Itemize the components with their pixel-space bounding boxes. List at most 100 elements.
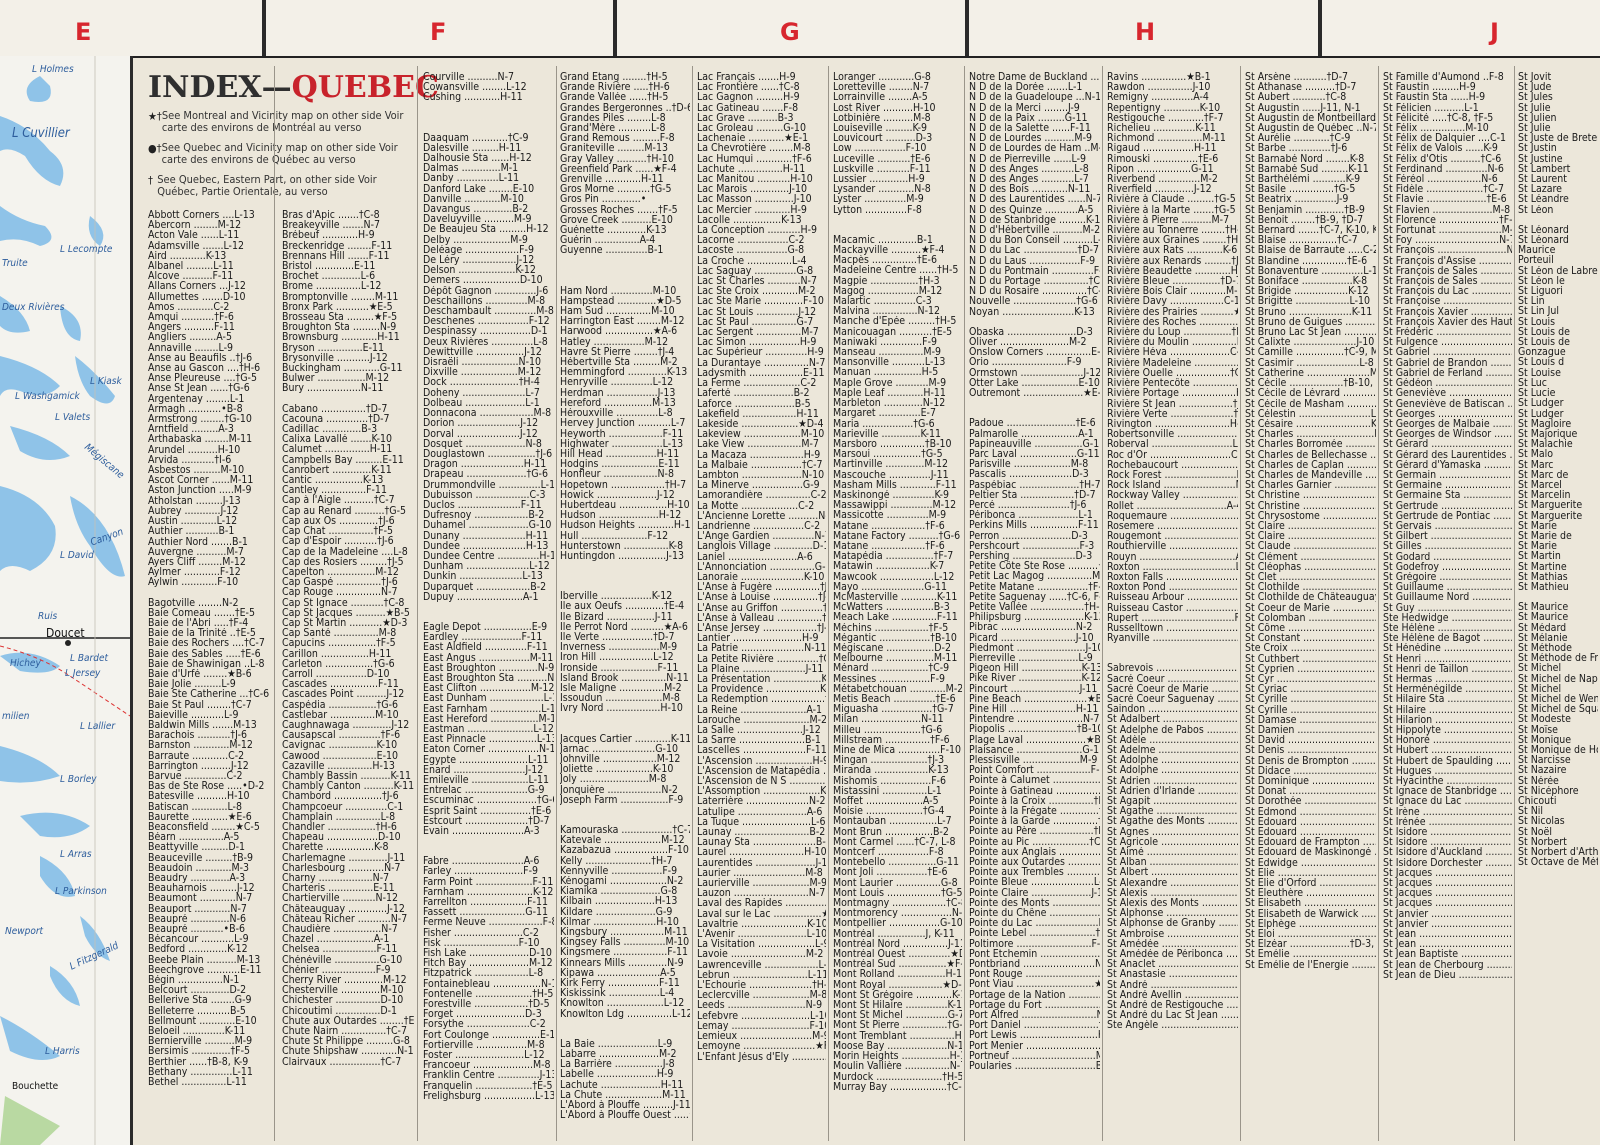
index-entry: La Visitation ...................L-9 — [697, 939, 826, 950]
index-entry: Eardley ....................F-11 — [423, 632, 543, 643]
index-entry: L'Anse à Valleau ...............†H-5 — [697, 612, 826, 623]
index-entry: Chute Shipshaw ............N-1 — [282, 1046, 414, 1057]
index-entry: Marbleton .............N-12 — [833, 398, 946, 409]
index-entry: Anse au Beaufils ..†J-6 — [148, 352, 253, 364]
index-entry: St François Xavier .....................… — [1383, 306, 1512, 317]
index-entry: St Flavie ....................†E-6 — [1383, 194, 1507, 205]
index-entry: Lebrun .........................L-11 — [697, 969, 826, 981]
index-entry: Franklin Centre ..............J-13 — [423, 1070, 554, 1081]
index-entry: St Marcelin — [1518, 490, 1571, 501]
index-entry: Rock Island ........................M-13 — [1107, 480, 1238, 491]
index-entry: Inverness .................M-9 — [560, 642, 678, 653]
index-entry: Grandes Piles ........L-8 — [560, 112, 666, 124]
index-entry: St Marcel — [1518, 479, 1562, 491]
index-entry: Cap aux Os .............†J-6 — [282, 515, 395, 527]
index-entry: Evain ........................A-3 — [423, 826, 540, 837]
index-entry: Montréal Sud ................★F-4 — [833, 959, 962, 970]
index-entry: Hubertdeau ................H-10 — [560, 499, 690, 511]
index-entry: Parc Laval ...................G-11 — [969, 448, 1100, 460]
column-rule — [1378, 66, 1379, 1141]
index-entry: Cap St Martin ...........★D-3 — [282, 617, 408, 629]
index-spacer — [560, 815, 690, 825]
index-spacer — [423, 846, 554, 856]
index-entry: Atholstan .........J-13 — [148, 495, 241, 506]
index-entry: St Adrien d'Irlande ....................… — [1107, 785, 1238, 797]
index-entry: St Agnes ...............................… — [1107, 826, 1238, 837]
index-entry: La Redemption ..................†E-6 — [697, 694, 826, 705]
index-entry: Montauban ................L-7 — [833, 816, 952, 827]
index-entry: Robertsonville .....................M-9 — [1107, 429, 1238, 440]
index-entry: Hatley .................M-12 — [560, 336, 669, 347]
grid-divider — [965, 0, 969, 56]
index-entry: Metis Beach ..............†E-6 — [833, 693, 956, 705]
index-entry: Iron Hill ..................L-12 — [560, 652, 674, 663]
index-entry: St Christine ...........................… — [1245, 500, 1376, 511]
index-entry: St Fidèle ...................†C-7 — [1383, 184, 1504, 195]
index-entry: N D du Bon Conseil ..........L-10 — [969, 235, 1100, 246]
index-entry: St Méthode de Frontenac — [1518, 653, 1598, 664]
index-spacer — [560, 581, 690, 591]
index-entry: Aylwin ............F-10 — [148, 577, 239, 588]
index-entry: Barachois ...........†J-6 — [148, 730, 247, 741]
index-entry: La Salle ......................J-12 — [697, 725, 821, 736]
index-entry: St Félix de Valois ......K-9 — [1383, 143, 1498, 154]
grid-letter: H — [1135, 18, 1156, 46]
index-entry: East Farnham .................L-12 — [423, 703, 554, 714]
index-entry: L'Abord à Plouffe ..........J-11 — [560, 1100, 690, 1111]
index-entry: St François de Sales ...................… — [1383, 276, 1512, 287]
index-entry: St Félix ...............M-10 — [1383, 123, 1489, 134]
index-entry: Baldwin Mills .......M-13 — [148, 719, 257, 731]
index-entry: Hunterstown ...............K-8 — [560, 540, 684, 551]
index-entry: Hérouxville ..............L-8 — [560, 408, 673, 419]
index-entry: St André Avellin .......................… — [1107, 989, 1238, 1001]
index-entry: Kamouraska .................†C-7 — [560, 825, 690, 836]
index-entry: Barraute ............C-2 — [148, 750, 245, 761]
index-entry: St Didace ..............................… — [1245, 765, 1376, 777]
index-entry: Pointe du Lac .....................L-9 — [969, 918, 1100, 929]
index-entry: N D du Laus .................F-9 — [969, 255, 1096, 266]
index-entry: Lac St Louis ..............J-12 — [697, 306, 817, 317]
index-entry: Angliers .........A-5 — [148, 332, 232, 343]
index-entry: Carroll .................D-10 — [282, 668, 390, 680]
index-entry: Poularies ...........................B-1 — [969, 1061, 1100, 1072]
index-entry: Cantley ...............F-11 — [282, 485, 387, 496]
index-entry: Roberval ...........................L-2 — [1107, 439, 1238, 450]
map-label: L Borley — [60, 774, 97, 785]
index-entry: Chénier ..................F-9 — [282, 964, 391, 976]
index-entry: Baie de Shawinigan ..L-8 — [148, 658, 265, 669]
index-entry: Rivière du Loup ................†D-7 — [1107, 327, 1238, 338]
index-entry: Massicotte ..............M-9 — [833, 510, 947, 521]
index-entry: St Barnabé Nord ........K-8 — [1245, 153, 1365, 164]
index-entry: East Dunham ..................L-12 — [423, 693, 554, 704]
index-entry: East Broughton Sta ..........N-9 — [423, 672, 554, 684]
index-entry: Moisie ...................†G-4 — [833, 806, 945, 817]
index-entry: Bronx Park ...........★E-5 — [282, 301, 393, 313]
map-label: L David — [60, 550, 94, 561]
index-entry: Cap Gaspé ...............†J-6 — [282, 577, 398, 588]
index-entry: St Gédéon ..............................… — [1383, 378, 1512, 389]
column-rule — [1102, 66, 1103, 1141]
index-entry: Chambord ................†J-6 — [282, 791, 399, 802]
index-entry: Adamsville .......L-12 — [148, 240, 244, 251]
index-entry: St Hubert ..............................… — [1383, 745, 1512, 756]
index-entry: St Agathe des Monts ....................… — [1107, 816, 1238, 827]
index-entry: Chichester ...............D-10 — [282, 995, 404, 1006]
index-entry: Masham Mills ............F-11 — [833, 479, 957, 490]
index-entry: Luskville ...........F-11 — [833, 163, 931, 175]
index-entry: Bedford .............K-12 — [148, 944, 248, 955]
index-entry: St Malo — [1518, 449, 1554, 460]
index-entry: St Césaire .........................K-12 — [1245, 418, 1376, 430]
index-entry: Guénette .............K-13 — [560, 225, 667, 236]
index-entry: St Cyrille .............................… — [1245, 694, 1376, 705]
index-entry: Kiskissink .................L-4 — [560, 988, 675, 999]
index-entry: Chazel ...................A-1 — [282, 934, 390, 945]
index-entry: St Edouard de Frampton .................… — [1245, 837, 1376, 848]
index-entry: St Casimir .....................L-8 — [1245, 357, 1374, 368]
index-entry: Baie Jolie .........L-9 — [148, 679, 236, 690]
index-entry: Cherry River .............M-12 — [282, 975, 407, 986]
index-entry: St Médard — [1518, 622, 1567, 633]
index-entry: Laforce ....................B-5 — [697, 398, 811, 409]
index-entry: Duclos .....................F-11 — [423, 499, 542, 511]
index-entry: Paspébiac ....................†H-7 — [969, 479, 1100, 490]
index-entry: La Plaine .....................J-11 — [697, 663, 824, 674]
